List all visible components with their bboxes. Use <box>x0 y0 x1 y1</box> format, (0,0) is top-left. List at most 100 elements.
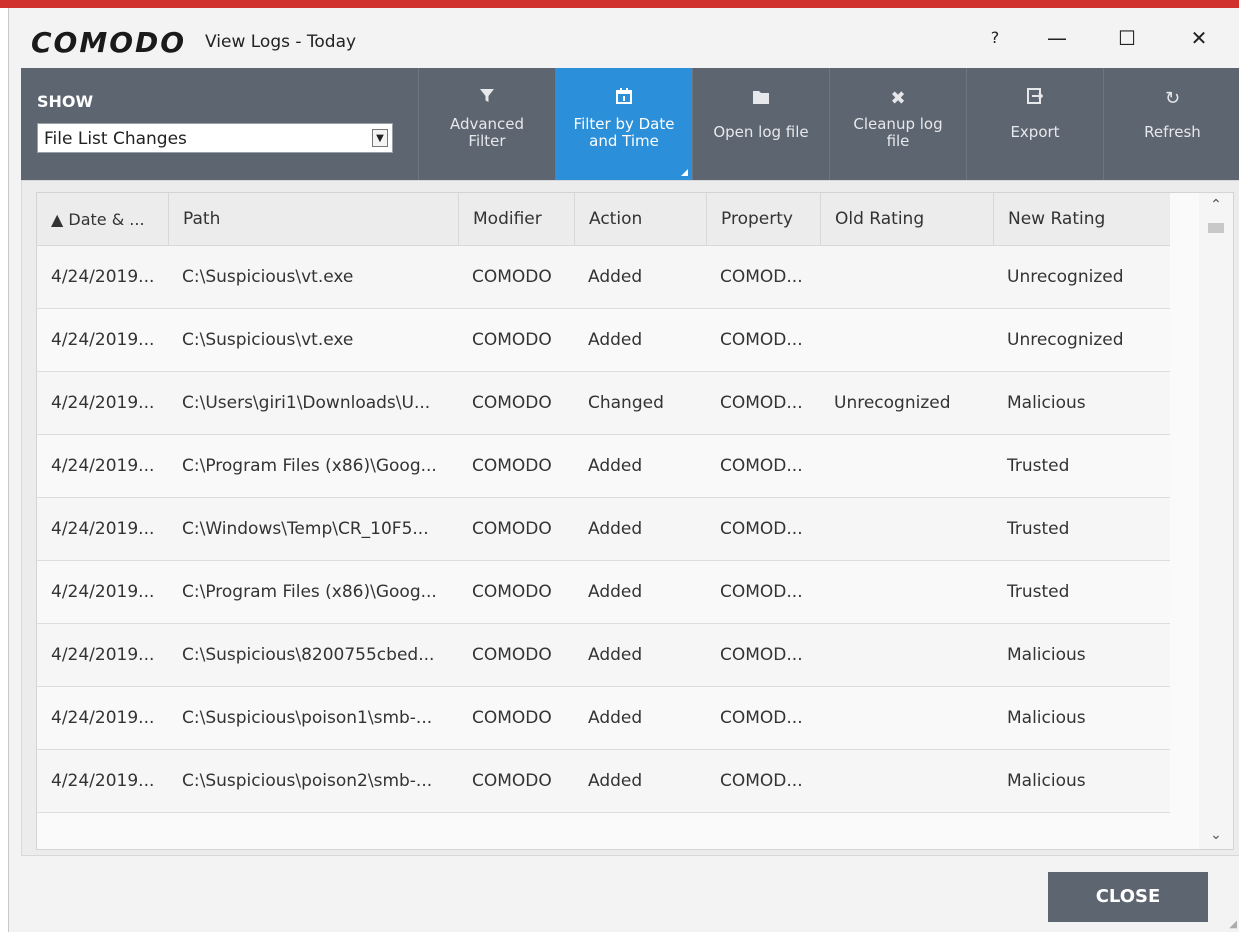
toolbar: SHOW File List Changes ▼ Advanced Filter… <box>21 68 1239 180</box>
view-logs-window: COMODO View Logs - Today ? — ☐ ✕ SHOW Fi… <box>8 8 1239 932</box>
cell-property: COMOD... <box>720 456 803 476</box>
maximize-button[interactable]: ☐ <box>1105 18 1149 58</box>
column-header-action[interactable]: Action <box>574 193 706 246</box>
close-window-button[interactable]: ✕ <box>1177 18 1221 58</box>
column-header-modifier[interactable]: Modifier <box>458 193 574 246</box>
table-row[interactable]: 4/24/2019... C:\Suspicious\poison2\smb-..… <box>37 750 1170 813</box>
dropdown-arrow-icon[interactable]: ▼ <box>372 129 388 147</box>
column-header-property[interactable]: Property <box>706 193 820 246</box>
filter-by-date-button[interactable]: Filter by Date and Time <box>555 68 692 180</box>
cell-property: COMOD... <box>720 393 803 413</box>
cell-path: C:\Suspicious\poison2\smb-... <box>182 771 433 791</box>
refresh-button[interactable]: ↻ Refresh <box>1103 68 1239 180</box>
table-header: ▲ Date & ... Path Modifier Action Proper… <box>37 193 1170 246</box>
cell-path: C:\Suspicious\vt.exe <box>182 267 354 287</box>
cell-property: COMOD... <box>720 645 803 665</box>
cell-property: COMOD... <box>720 771 803 791</box>
cell-path: C:\Program Files (x86)\Goog... <box>182 582 437 602</box>
cell-action: Changed <box>588 393 664 413</box>
cell-old-rating <box>820 246 993 308</box>
table-row[interactable]: 4/24/2019... C:\Program Files (x86)\Goog.… <box>37 435 1170 498</box>
cell-property: COMOD... <box>720 708 803 728</box>
cell-action: Added <box>588 771 643 791</box>
cell-path: C:\Users\giri1\Downloads\U... <box>182 393 431 413</box>
resize-grip-icon[interactable]: ◢ <box>1229 919 1237 930</box>
export-button[interactable]: Export <box>966 68 1103 180</box>
cell-modifier: COMODO <box>472 393 552 413</box>
cell-new-rating: Trusted <box>1007 456 1070 476</box>
cell-path: C:\Suspicious\poison1\smb-... <box>182 708 433 728</box>
scroll-up-icon[interactable]: ⌃ <box>1199 197 1233 217</box>
cell-modifier: COMODO <box>472 645 552 665</box>
cell-modifier: COMODO <box>472 519 552 539</box>
minimize-button[interactable]: — <box>1035 18 1079 58</box>
table-row[interactable]: 4/24/2019... C:\Suspicious\vt.exe COMODO Ad… <box>37 246 1170 309</box>
folder-icon <box>693 88 829 110</box>
cell-action: Added <box>588 330 643 350</box>
cell-property: COMOD... <box>720 330 803 350</box>
close-button[interactable]: CLOSE <box>1048 872 1208 922</box>
cell-path: C:\Program Files (x86)\Goog... <box>182 456 437 476</box>
column-header-new-rating[interactable]: New Rating <box>993 193 1170 246</box>
comodo-logo: COMODO <box>31 26 187 59</box>
cell-date: 4/24/2019... <box>51 330 155 350</box>
show-dropdown[interactable]: File List Changes ▼ <box>37 123 393 153</box>
window-title: View Logs - Today <box>205 32 357 52</box>
column-header-old-rating[interactable]: Old Rating <box>820 193 993 246</box>
cell-new-rating: Malicious <box>1007 708 1086 728</box>
cell-new-rating: Malicious <box>1007 645 1086 665</box>
table-row[interactable]: 4/24/2019... C:\Program Files (x86)\Goog.… <box>37 561 1170 624</box>
cell-new-rating: Trusted <box>1007 582 1070 602</box>
cell-old-rating <box>820 498 993 560</box>
window-top-accent <box>0 0 1239 8</box>
cell-new-rating: Unrecognized <box>1007 330 1124 350</box>
cell-new-rating: Malicious <box>1007 771 1086 791</box>
cell-modifier: COMODO <box>472 708 552 728</box>
cell-old-rating <box>820 435 993 497</box>
vertical-scrollbar[interactable]: ⌃ ⌄ <box>1199 193 1233 849</box>
calendar-icon <box>556 88 692 110</box>
filter-by-date-label: Filter by Date and Time <box>573 115 675 150</box>
help-button[interactable]: ? <box>973 18 1017 58</box>
cell-modifier: COMODO <box>472 267 552 287</box>
scroll-down-icon[interactable]: ⌄ <box>1199 827 1233 847</box>
table-row[interactable]: 4/24/2019... C:\Users\giri1\Downloads\U..… <box>37 372 1170 435</box>
table-row[interactable]: 4/24/2019... C:\Windows\Temp\CR_10F5... CO… <box>37 498 1170 561</box>
table-row[interactable]: 4/24/2019... C:\Suspicious\8200755cbed...… <box>37 624 1170 687</box>
title-bar[interactable]: COMODO View Logs - Today ? — ☐ ✕ <box>9 8 1239 68</box>
cell-old-rating <box>820 624 993 686</box>
x-icon: ✖ <box>890 88 906 109</box>
cell-modifier: COMODO <box>472 771 552 791</box>
table-row[interactable]: 4/24/2019... C:\Suspicious\poison1\smb-..… <box>37 687 1170 750</box>
cell-date: 4/24/2019... <box>51 645 155 665</box>
cell-action: Added <box>588 645 643 665</box>
column-header-date[interactable]: ▲ Date & ... <box>37 193 168 246</box>
cell-old-rating <box>820 687 993 749</box>
scroll-thumb[interactable] <box>1208 223 1224 233</box>
advanced-filter-button[interactable]: Advanced Filter <box>418 68 555 180</box>
cell-property: COMOD... <box>720 519 803 539</box>
cell-date: 4/24/2019... <box>51 771 155 791</box>
table-row[interactable]: 4/24/2019... C:\Suspicious\vt.exe COMODO Ad… <box>37 309 1170 372</box>
cell-path: C:\Suspicious\8200755cbed... <box>182 645 435 665</box>
open-log-file-button[interactable]: Open log file <box>692 68 829 180</box>
cleanup-log-file-label: Cleanup log file <box>853 115 943 150</box>
cell-new-rating: Malicious <box>1007 393 1086 413</box>
log-table[interactable]: ▲ Date & ... Path Modifier Action Proper… <box>36 192 1234 850</box>
cell-action: Added <box>588 519 643 539</box>
cell-date: 4/24/2019... <box>51 393 155 413</box>
cell-action: Added <box>588 708 643 728</box>
refresh-label: Refresh <box>1144 123 1201 141</box>
cell-modifier: COMODO <box>472 330 552 350</box>
cell-date: 4/24/2019... <box>51 708 155 728</box>
column-header-path[interactable]: Path <box>168 193 458 246</box>
export-icon <box>967 88 1103 110</box>
cell-action: Added <box>588 582 643 602</box>
cell-date: 4/24/2019... <box>51 267 155 287</box>
cell-new-rating: Trusted <box>1007 519 1070 539</box>
cell-modifier: COMODO <box>472 456 552 476</box>
cleanup-log-file-button[interactable]: ✖ Cleanup log file <box>829 68 966 180</box>
cell-property: COMOD... <box>720 582 803 602</box>
refresh-icon: ↻ <box>1164 88 1181 109</box>
cell-modifier: COMODO <box>472 582 552 602</box>
